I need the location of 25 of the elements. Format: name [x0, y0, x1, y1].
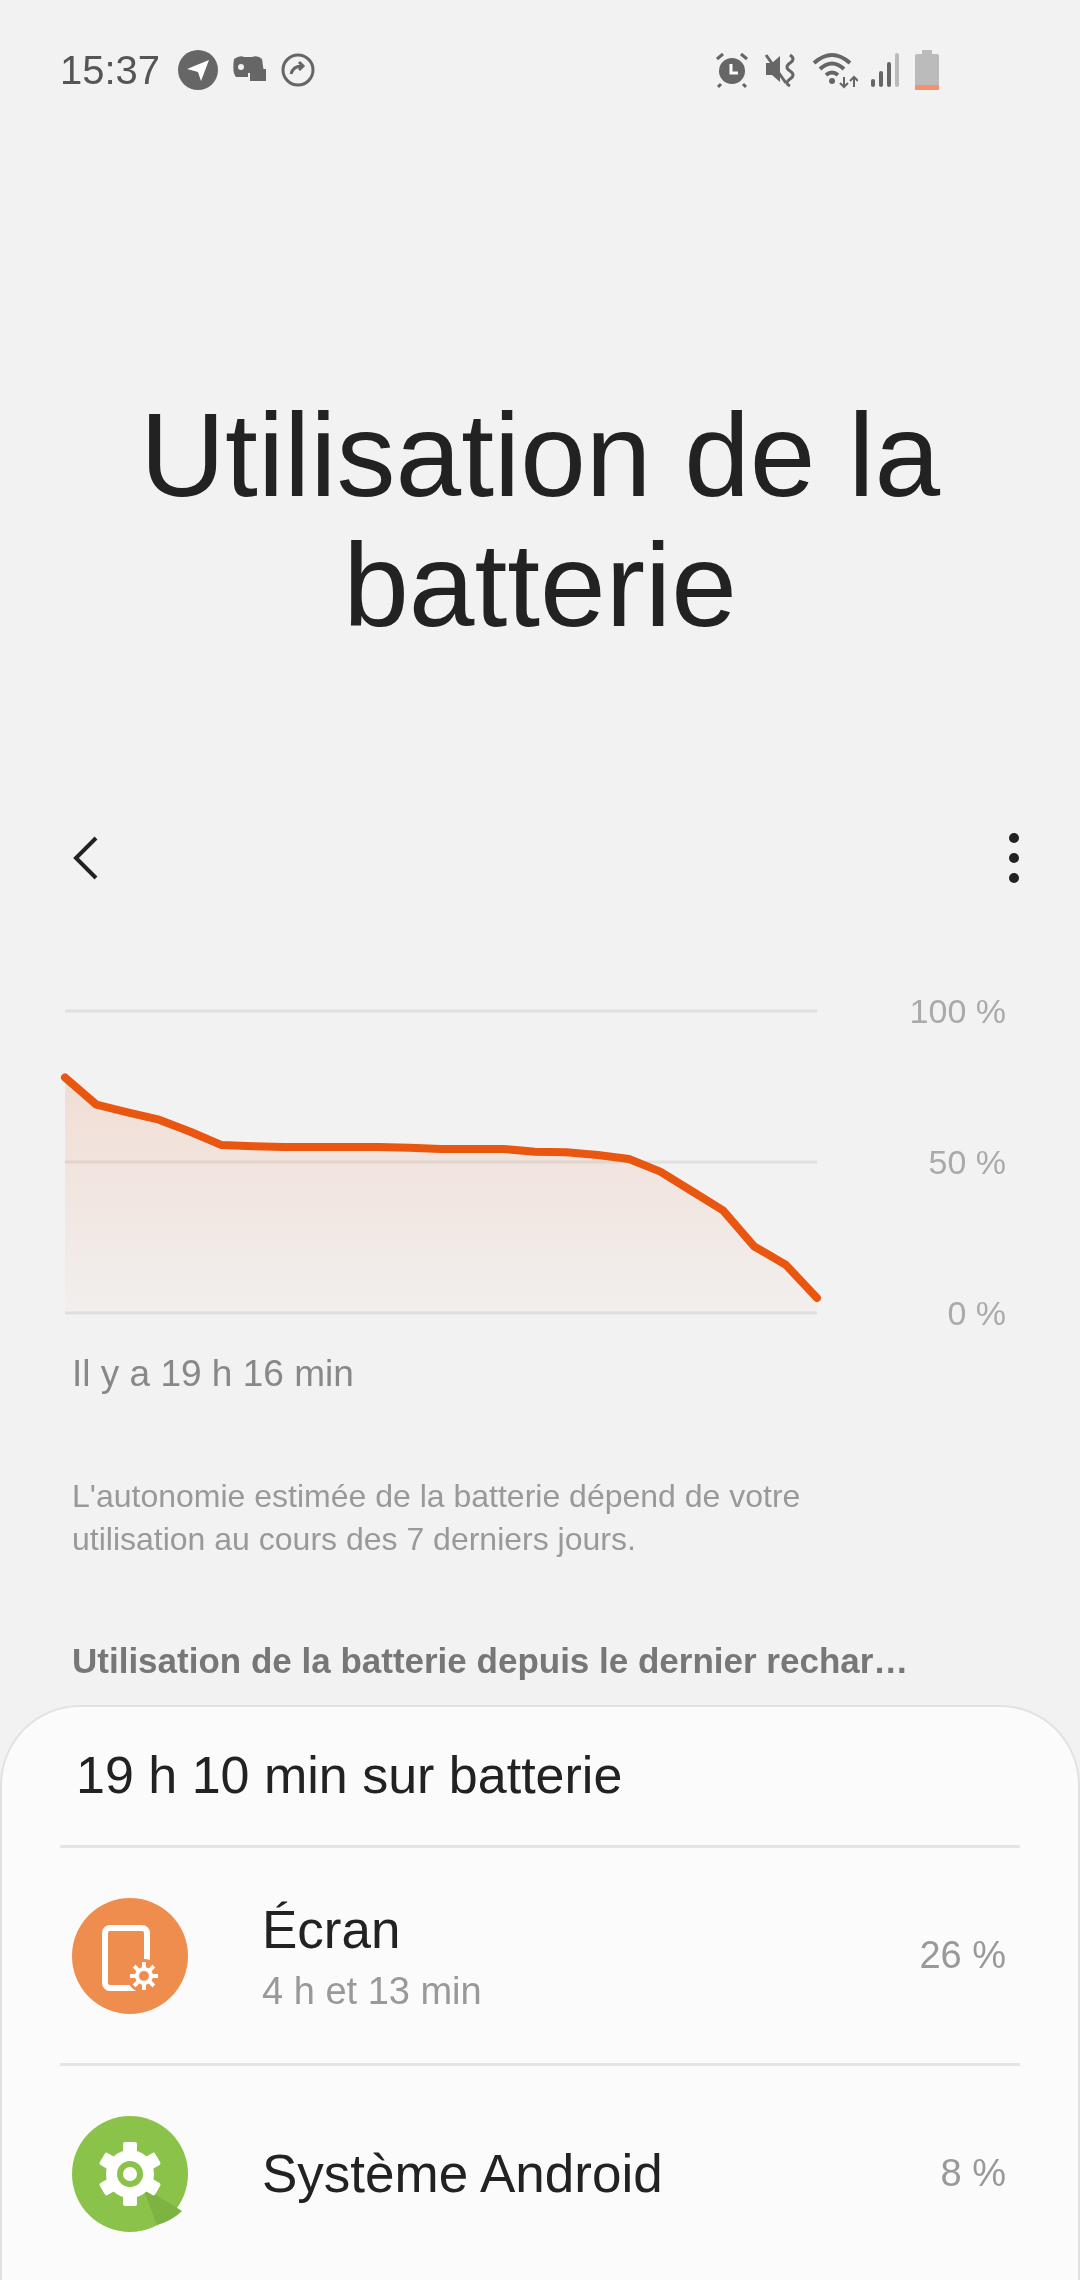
section-header: Utilisation de la batterie depuis le dernier rechar… [72, 1641, 910, 1681]
app-usage-row[interactable]: Écran 4 h et 13 min 26 % [60, 1845, 1020, 2063]
paper-plane-icon [178, 50, 219, 90]
app-name: Système Android [262, 2143, 663, 2204]
forward-circle-icon [280, 52, 317, 88]
usage-duration: 4 h et 13 min [262, 1969, 482, 2013]
axis-label: 50 % [928, 1143, 1006, 1181]
wifi-icon [812, 51, 858, 89]
tablet-brightness-icon [72, 1897, 188, 2014]
page-title: Utilisation de la batterie [138, 390, 942, 650]
time-range-label: Il y a 19 h 16 min [72, 1353, 355, 1395]
usage-percent: 26 % [919, 1934, 1006, 1977]
signal-icon [870, 51, 902, 89]
more-icon [1008, 832, 1020, 884]
clock: 15:37 [60, 47, 161, 93]
usage-percent: 8 % [940, 2152, 1006, 2195]
total-usage-time: 19 h 10 min sur batterie [76, 1745, 624, 1805]
axis-label: 0 % [947, 1294, 1006, 1332]
app-name: Écran [262, 1898, 402, 1960]
alarm-clock-icon [714, 51, 750, 89]
axis-label: 100 % [909, 992, 1006, 1030]
info-text: L'autonomie estimée de la batterie dépend de votre utilisation au cours des 7 derniers jours. [72, 1477, 802, 1559]
gear-icon [72, 2115, 188, 2232]
battery-icon [914, 50, 940, 90]
app-usage-row[interactable]: Système Android 8 % [60, 2063, 1020, 2280]
